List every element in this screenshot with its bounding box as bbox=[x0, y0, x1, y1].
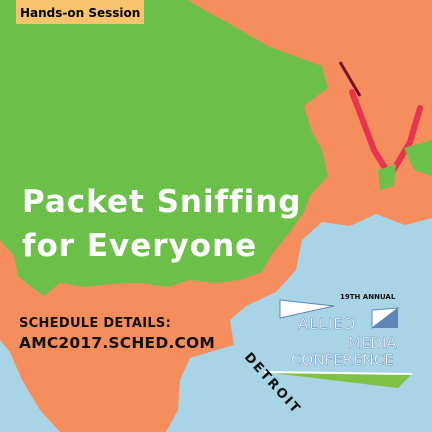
conference-name-line-1: ALLIED bbox=[298, 315, 357, 333]
title-line-2: for Everyone bbox=[22, 228, 258, 264]
poster: Hands-on Session Packet Sniffing for Eve… bbox=[0, 0, 432, 432]
session-title: Packet Sniffing for Everyone bbox=[22, 180, 301, 268]
conference-name-line-3: CONFERENCE bbox=[291, 351, 394, 369]
schedule-url[interactable]: AMC2017.SCHED.COM bbox=[19, 334, 215, 352]
conference-name-line-2: MEDIA bbox=[348, 334, 397, 352]
schedule-details-label: SCHEDULE DETAILS: bbox=[19, 316, 172, 331]
session-type-badge: Hands-on Session bbox=[16, 0, 145, 24]
conference-edition: 19TH ANNUAL bbox=[340, 293, 396, 301]
title-line-1: Packet Sniffing bbox=[22, 184, 302, 220]
